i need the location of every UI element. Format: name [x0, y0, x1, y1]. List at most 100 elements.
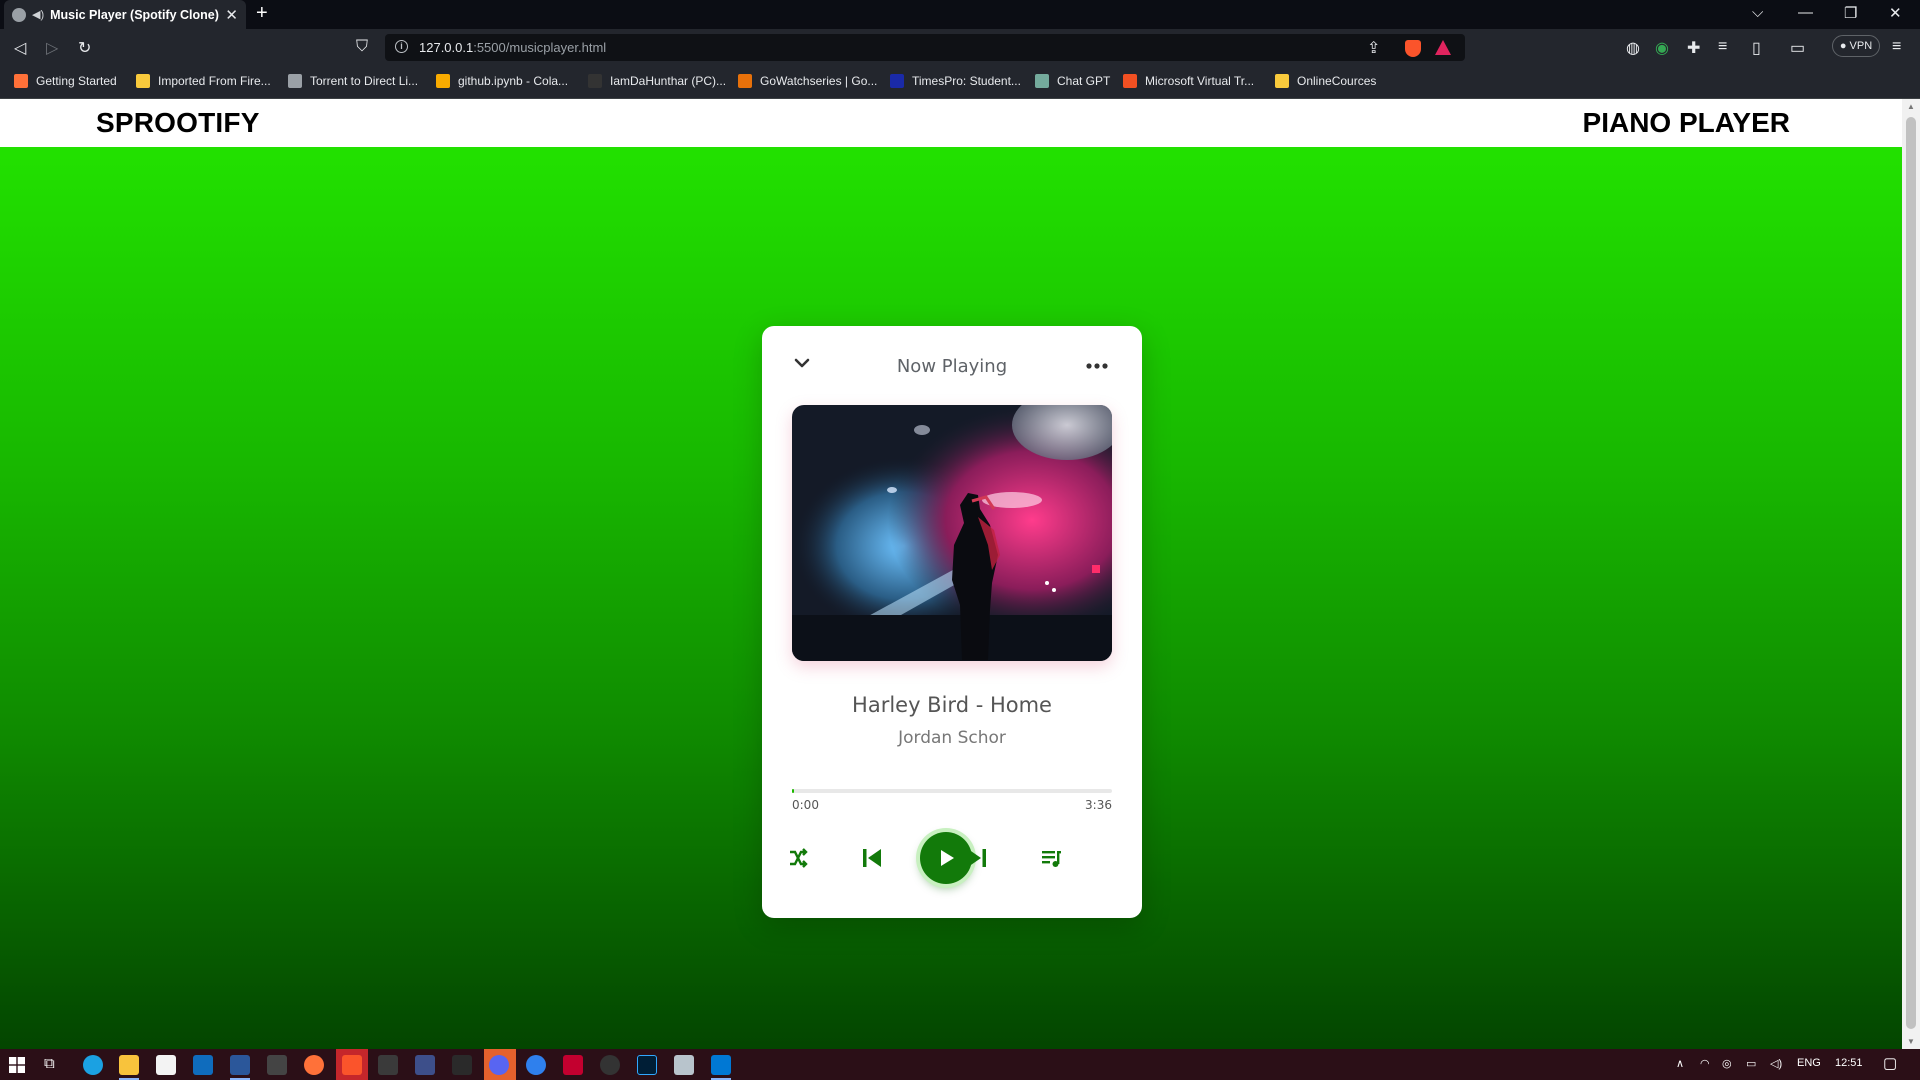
app-icon[interactable]	[600, 1055, 620, 1075]
next-button[interactable]	[962, 843, 992, 873]
bookmark-item[interactable]: github.ipynb - Cola...	[436, 74, 568, 88]
edge-icon[interactable]	[83, 1055, 103, 1075]
bookmark-label: IamDaHunthar (PC)...	[610, 74, 727, 88]
queue-music-icon	[1042, 851, 1061, 867]
brave-icon[interactable]	[342, 1055, 362, 1075]
vpn-label: VPN	[1849, 40, 1873, 52]
browser-tab-strip: ◀) Music Player (Spotify Clone) ✕ + ⌵ — …	[0, 0, 1920, 29]
bookmark-item[interactable]: Getting Started	[14, 74, 117, 88]
vscode-icon[interactable]	[711, 1055, 731, 1075]
audio-playing-icon[interactable]: ◀)	[32, 8, 44, 21]
firefox-icon[interactable]	[304, 1055, 324, 1075]
url-text[interactable]: 127.0.0.1:5500/musicplayer.html	[419, 40, 606, 55]
site-info-icon[interactable]: i	[395, 40, 408, 53]
restore-button[interactable]: ❐	[1844, 4, 1857, 22]
bookmark-label: Microsoft Virtual Tr...	[1145, 74, 1255, 88]
queue-button[interactable]	[1036, 843, 1066, 873]
windows-start-icon[interactable]	[9, 1057, 25, 1073]
tab-title: Music Player (Spotify Clone)	[50, 7, 219, 22]
extension-icon[interactable]: ◉	[1655, 38, 1669, 58]
bookmark-favicon-icon	[436, 74, 450, 88]
vpn-button[interactable]: ● VPN	[1832, 35, 1880, 57]
page-viewport: SPROOTIFY PIANO PLAYER Now Playing Harle…	[0, 99, 1902, 1049]
bookmark-label: GoWatchseries | Go...	[760, 74, 878, 88]
song-title: Harley Bird - Home	[852, 693, 1052, 717]
tab-close-icon[interactable]: ✕	[225, 6, 238, 24]
brave-rewards-icon[interactable]	[1435, 40, 1451, 55]
minimize-button[interactable]: —	[1798, 4, 1813, 21]
bookmark-icon[interactable]: ⛉	[356, 38, 368, 56]
extensions-puzzle-icon[interactable]: ✚	[1687, 38, 1700, 58]
app-icon[interactable]	[378, 1055, 398, 1075]
bookmark-item[interactable]: Torrent to Direct Li...	[288, 74, 418, 88]
tab-search-chevron-icon[interactable]: ⌵	[1752, 4, 1763, 21]
share-icon[interactable]: ⇪	[1367, 38, 1380, 58]
bookmark-favicon-icon	[288, 74, 302, 88]
volume-icon[interactable]: ◁)	[1770, 1057, 1782, 1070]
scrollbar-thumb[interactable]	[1906, 117, 1916, 1029]
bookmark-favicon-icon	[738, 74, 752, 88]
album-art	[792, 405, 1112, 661]
bookmark-favicon-icon	[588, 74, 602, 88]
bookmark-label: OnlineCources	[1297, 74, 1377, 88]
tray-overflow-icon[interactable]: ∧	[1676, 1057, 1684, 1070]
bookmark-item[interactable]: IamDaHunthar (PC)...	[588, 74, 726, 88]
battery-icon[interactable]: ▭	[1746, 1057, 1756, 1070]
browser-toolbar: ◁ ▷ ↻ ⛉ i 127.0.0.1:5500/musicplayer.htm…	[0, 29, 1920, 66]
app-icon[interactable]	[415, 1055, 435, 1075]
bookmark-favicon-icon	[890, 74, 904, 88]
piano-player-link[interactable]: PIANO PLAYER	[1583, 107, 1790, 139]
task-view-icon[interactable]: ⧉	[44, 1055, 55, 1072]
bookmark-item[interactable]: TimesPro: Student...	[890, 74, 1021, 88]
bookmark-item[interactable]: OnlineCources	[1275, 74, 1376, 88]
reload-icon[interactable]: ↻	[78, 38, 91, 58]
page-scrollbar[interactable]: ▲ ▼	[1902, 99, 1920, 1049]
bookmark-item[interactable]: Microsoft Virtual Tr...	[1123, 74, 1254, 88]
brave-shields-icon[interactable]	[1405, 40, 1421, 57]
forward-icon[interactable]: ▷	[46, 38, 58, 58]
app-icon[interactable]	[267, 1055, 287, 1075]
bookmark-item[interactable]: Imported From Fire...	[136, 74, 271, 88]
song-artist: Jordan Schor	[898, 728, 1006, 748]
sidebar-icon[interactable]: ▯	[1752, 38, 1761, 58]
mail-icon[interactable]	[193, 1055, 213, 1075]
translate-globe-icon[interactable]: ◍	[1626, 38, 1640, 58]
app-icon[interactable]	[674, 1055, 694, 1075]
progress-fill	[792, 789, 794, 793]
app-icon[interactable]	[452, 1055, 472, 1075]
app-icon[interactable]	[563, 1055, 583, 1075]
language-indicator[interactable]: ENG	[1797, 1057, 1821, 1069]
bookmark-label: Imported From Fire...	[158, 74, 271, 88]
word-icon[interactable]	[230, 1055, 250, 1075]
bookmark-favicon-icon	[136, 74, 150, 88]
file-explorer-icon[interactable]	[119, 1055, 139, 1075]
discord-icon[interactable]	[489, 1055, 509, 1075]
clock[interactable]: 12:51	[1835, 1057, 1863, 1069]
back-icon[interactable]: ◁	[14, 38, 26, 58]
browser-tab[interactable]: ◀) Music Player (Spotify Clone) ✕	[4, 0, 246, 29]
photoshop-icon[interactable]	[637, 1055, 657, 1075]
bookmark-item[interactable]: Chat GPT	[1035, 74, 1110, 88]
meet-icon[interactable]: ◎	[1722, 1057, 1732, 1070]
wallet-icon[interactable]: ▭	[1790, 38, 1805, 58]
bookmark-favicon-icon	[1123, 74, 1137, 88]
store-icon[interactable]	[156, 1055, 176, 1075]
shuffle-button[interactable]	[783, 843, 813, 873]
wifi-icon[interactable]: ◠	[1700, 1057, 1710, 1070]
app-icon[interactable]	[526, 1055, 546, 1075]
music-player-card: Now Playing Harley Bird - Home Jordan Sc…	[762, 326, 1142, 918]
menu-icon[interactable]: ≡	[1892, 38, 1901, 56]
site-logo[interactable]: SPROOTIFY	[96, 107, 260, 139]
notifications-icon[interactable]: ▢	[1883, 1054, 1897, 1072]
address-bar[interactable]: i 127.0.0.1:5500/musicplayer.html ⇪	[385, 34, 1465, 61]
scroll-down-icon[interactable]: ▼	[1907, 1037, 1915, 1046]
total-time: 3:36	[1085, 798, 1112, 812]
media-queue-icon[interactable]: ≡	[1718, 38, 1727, 56]
previous-button[interactable]	[857, 843, 887, 873]
close-window-button[interactable]: ✕	[1889, 4, 1902, 22]
more-options-icon[interactable]	[1085, 362, 1109, 370]
progress-bar[interactable]	[792, 789, 1112, 793]
scroll-up-icon[interactable]: ▲	[1907, 102, 1915, 111]
new-tab-button[interactable]: +	[256, 2, 268, 25]
bookmark-item[interactable]: GoWatchseries | Go...	[738, 74, 877, 88]
